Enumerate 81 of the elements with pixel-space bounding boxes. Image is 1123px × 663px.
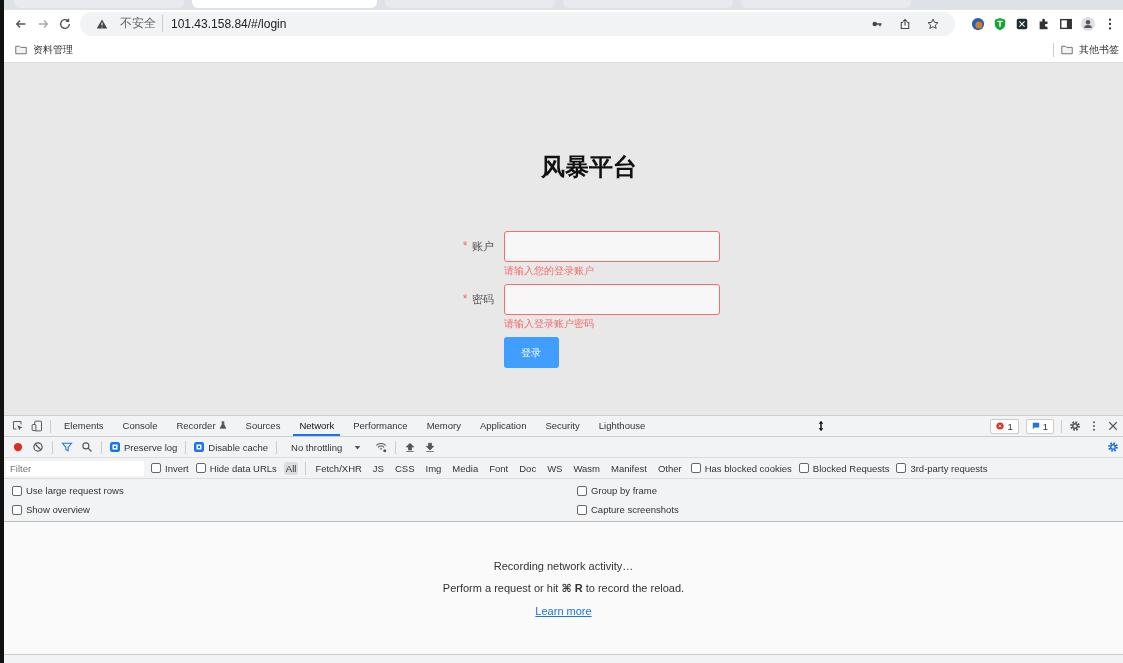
checkbox-option[interactable]: Capture screenshots [577, 504, 1115, 515]
bookmark-folder[interactable]: 其他书签 [1053, 42, 1119, 57]
type-filter-button[interactable]: Manifest [609, 461, 649, 475]
warning-icon [96, 17, 108, 30]
input-field[interactable] [503, 231, 720, 262]
required-mark: * [462, 239, 468, 253]
download-icon[interactable] [424, 441, 437, 453]
search-icon[interactable] [81, 441, 93, 453]
type-filter-button[interactable]: Font [487, 461, 511, 475]
learn-more-link[interactable]: Learn more [535, 604, 592, 617]
page-title: 风暴平台 [540, 152, 637, 182]
hint-text: Perform a request or hit ⌘ R to record the reload. [442, 581, 685, 595]
checkbox-option[interactable]: Invert [151, 462, 189, 474]
devtools-tab[interactable]: Recorder [170, 416, 233, 436]
inspect-icon[interactable] [12, 420, 24, 432]
security-label: 不安全 [120, 15, 163, 32]
url-text: 101.43.158.84/#/login [171, 16, 287, 31]
checkbox-option[interactable]: Show overview [12, 504, 577, 515]
type-filter-button[interactable]: Doc [517, 461, 539, 475]
error-count-badge[interactable]: 1 [990, 418, 1019, 434]
bookmark-folder[interactable]: 资料管理 [14, 42, 73, 57]
filter-icon[interactable] [61, 441, 73, 453]
bookmark-label: 其他书签 [1079, 42, 1119, 57]
devtools-tab[interactable]: Security [539, 416, 586, 436]
field-label: 账户 [471, 240, 494, 252]
close-icon[interactable] [1107, 420, 1119, 432]
devtools-tab[interactable]: Sources [239, 416, 287, 436]
wifi-settings-icon[interactable] [375, 441, 388, 453]
profile-icon[interactable] [1081, 16, 1095, 31]
checkbox-option[interactable]: Blocked Requests [798, 462, 890, 474]
share-icon[interactable] [899, 17, 911, 30]
filter-field[interactable]: Filter [6, 460, 144, 476]
type-filter-button[interactable]: Img [423, 461, 444, 475]
caret-icon [354, 443, 362, 451]
shield-icon[interactable] [993, 16, 1007, 31]
devtools-tab[interactable]: Elements [58, 416, 110, 436]
devtools-tab[interactable]: Performance [347, 416, 414, 436]
extension-icon[interactable] [1015, 16, 1029, 31]
devtools-tab[interactable]: Memory [420, 416, 467, 436]
type-filter-button[interactable]: Media [450, 461, 481, 475]
clear-icon[interactable] [32, 441, 44, 453]
type-filter-button[interactable]: Fetch/XHR [313, 461, 364, 475]
type-filter-button[interactable]: All [283, 461, 299, 475]
required-mark: * [462, 292, 468, 306]
flask-icon [218, 421, 227, 429]
devtools-tab[interactable]: Console [116, 416, 164, 436]
error-message: 请输入登录账户密码 [503, 317, 595, 331]
checkbox-option[interactable]: 3rd-party requests [896, 462, 988, 474]
star-icon[interactable] [927, 17, 939, 30]
settings-icon[interactable] [1107, 441, 1119, 453]
field-label: 密码 [471, 293, 494, 305]
devtools-tab[interactable]: Lighthouse [592, 416, 652, 436]
device-icon[interactable] [31, 420, 43, 432]
status-message: Recording network activity… [493, 559, 634, 572]
type-filter-button[interactable]: CSS [392, 461, 417, 475]
upload-icon[interactable] [404, 441, 417, 453]
checkbox-option[interactable]: Has blocked cookies [690, 462, 792, 474]
type-filter-button[interactable]: JS [370, 461, 386, 475]
error-message: 请输入您的登录账户 [503, 264, 595, 278]
checkbox-option[interactable]: Hide data URLs [195, 462, 277, 474]
extension-icon[interactable] [971, 16, 985, 31]
checkbox-option[interactable]: Use large request rows [12, 485, 577, 496]
bookmark-label: 资料管理 [33, 42, 73, 57]
folder-icon [14, 43, 28, 56]
checkbox-option[interactable]: Preserve log [110, 441, 178, 453]
folder-icon [1060, 43, 1074, 56]
puzzle-icon[interactable] [1037, 16, 1051, 31]
devtools-tab[interactable]: Application [473, 416, 533, 436]
checkbox-option[interactable]: Group by frame [577, 485, 1115, 496]
type-filter-button[interactable]: Wasm [571, 461, 602, 475]
type-filter-button[interactable]: Other [655, 461, 684, 475]
address-bar[interactable]: 不安全 101.43.158.84/#/login [80, 11, 955, 36]
type-filter-button[interactable]: WS [545, 461, 565, 475]
throttling-dropdown[interactable]: No throttling [285, 440, 368, 454]
record-icon[interactable] [12, 441, 24, 453]
checkbox-option[interactable]: Disable cache [194, 441, 268, 453]
reload-icon[interactable] [58, 16, 72, 31]
settings-icon[interactable] [1069, 420, 1081, 432]
message-count-badge[interactable]: 1 [1025, 418, 1054, 434]
input-field[interactable] [503, 284, 720, 315]
side-panel-icon[interactable] [1059, 16, 1073, 31]
